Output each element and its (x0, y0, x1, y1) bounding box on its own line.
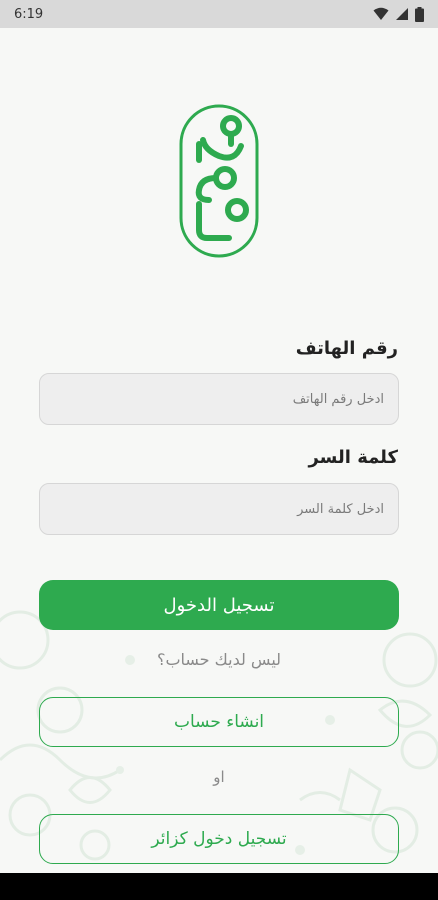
navigation-bar (0, 873, 438, 900)
phone-label: رقم الهاتف (295, 338, 398, 359)
guest-login-button[interactable]: تسجيل دخول كزائر (39, 814, 399, 864)
app-logo (179, 104, 259, 258)
status-time: 6:19 (14, 6, 44, 22)
or-text: او (213, 768, 225, 786)
status-icons (373, 6, 424, 22)
password-input[interactable] (39, 483, 399, 535)
signal-icon (396, 8, 408, 20)
password-label: كلمة السر (308, 447, 398, 468)
wifi-icon (373, 7, 389, 20)
phone-input[interactable] (39, 373, 399, 425)
status-bar: 6:19 (0, 0, 438, 28)
create-account-button[interactable]: انشاء حساب (39, 697, 399, 747)
battery-icon (415, 6, 424, 22)
no-account-text: ليس لديك حساب؟ (156, 650, 282, 669)
login-button[interactable]: تسجيل الدخول (39, 580, 399, 630)
